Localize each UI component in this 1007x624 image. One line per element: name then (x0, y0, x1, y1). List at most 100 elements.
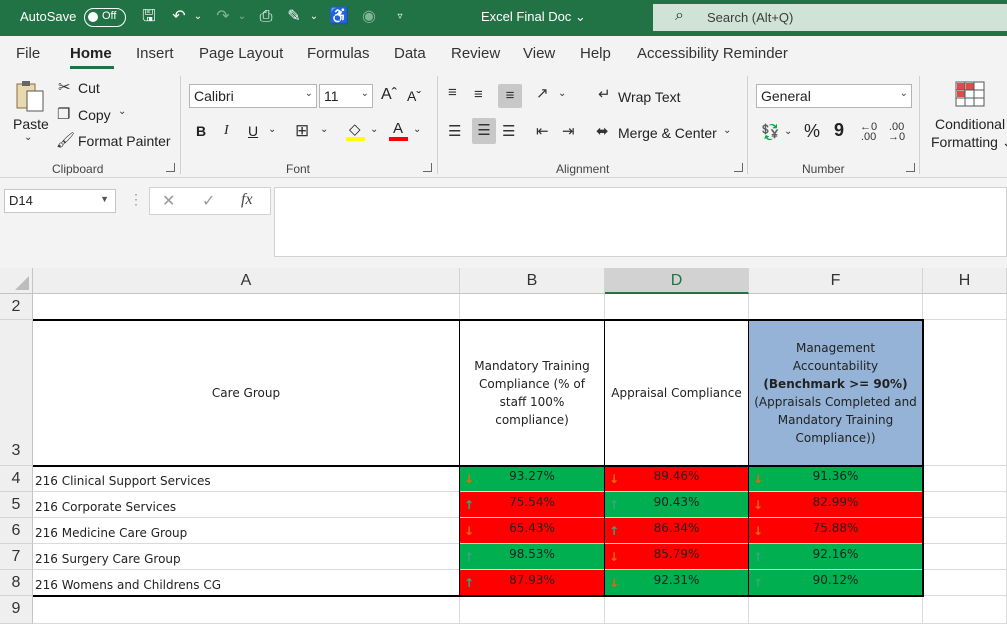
cancel-icon[interactable]: ✕ (162, 191, 175, 211)
orientation-dropdown-icon[interactable]: ⌄ (558, 88, 566, 99)
cell[interactable] (33, 596, 460, 624)
print-preview-icon[interactable]: ⎙ (255, 6, 277, 28)
paste-dropdown-icon[interactable]: ⌄ (24, 132, 32, 143)
customize-toolbar-icon[interactable]: ▿ (394, 6, 406, 28)
record-icon[interactable]: ◉ (358, 6, 380, 28)
form-dropdown-icon[interactable]: ⌄ (308, 6, 320, 28)
font-color-icon[interactable]: A (389, 120, 409, 142)
row-header[interactable]: 3 (0, 320, 33, 466)
bold-button[interactable]: B (196, 123, 206, 139)
alignment-launcher-icon[interactable] (734, 163, 743, 172)
column-header-d[interactable]: D (605, 268, 749, 294)
value-cell[interactable]: ↓ 92.31% (605, 570, 749, 596)
font-name-select[interactable]: Calibri ⌄ (189, 84, 317, 108)
confirm-icon[interactable]: ✓ (202, 191, 215, 211)
cell[interactable] (923, 492, 1007, 518)
column-header-f[interactable]: F (749, 268, 923, 294)
value-cell[interactable]: ↓ 91.36% (749, 466, 923, 492)
paste-icon[interactable] (12, 78, 48, 114)
align-top-icon[interactable]: ≡ (448, 84, 457, 101)
conditional-formatting-button[interactable]: Conditional (935, 116, 1005, 132)
tab-accessibility-reminder[interactable]: Accessibility Reminder (637, 45, 788, 62)
value-cell[interactable]: ↓ 93.27% (460, 466, 605, 492)
tab-formulas[interactable]: Formulas (307, 45, 370, 62)
redo-icon[interactable]: ↷ (212, 6, 234, 28)
align-middle-icon[interactable]: ≡ (474, 86, 483, 103)
font-color-dropdown-icon[interactable]: ⌄ (413, 124, 421, 135)
value-cell[interactable]: ↑ 75.54% (460, 492, 605, 518)
management-accountability-header[interactable]: Management Accountability (Benchmark >= … (749, 320, 923, 466)
name-box[interactable]: D14 ▼ (4, 189, 116, 213)
orientation-icon[interactable]: ↗ (536, 84, 549, 102)
format-painter-icon[interactable]: 🖌 (56, 131, 75, 149)
cell[interactable] (923, 518, 1007, 544)
value-cell[interactable]: ↓ 75.88% (749, 518, 923, 544)
column-header-h[interactable]: H (923, 268, 1007, 294)
number-format-select[interactable]: General ⌄ (756, 84, 912, 108)
format-painter-button[interactable]: Format Painter (78, 133, 171, 149)
fill-color-dropdown-icon[interactable]: ⌄ (370, 124, 378, 135)
cell[interactable] (749, 294, 923, 320)
number-launcher-icon[interactable] (906, 163, 915, 172)
cut-button[interactable]: Cut (78, 80, 100, 96)
tab-help[interactable]: Help (580, 45, 611, 62)
redo-dropdown-icon[interactable]: ⌄ (236, 6, 248, 28)
tab-data[interactable]: Data (394, 45, 426, 62)
decrease-font-icon[interactable]: Aˇ (407, 88, 421, 104)
decrease-decimal-icon[interactable]: .00 →0 (888, 122, 905, 143)
value-cell[interactable]: ↑ 86.34% (605, 518, 749, 544)
decrease-indent-icon[interactable]: ⇤ (536, 122, 549, 140)
value-cell[interactable]: ↑ 90.43% (605, 492, 749, 518)
tab-review[interactable]: Review (451, 45, 500, 62)
clipboard-launcher-icon[interactable] (166, 163, 175, 172)
tab-view[interactable]: View (523, 45, 555, 62)
cell[interactable] (33, 294, 460, 320)
select-all-button[interactable] (0, 268, 33, 294)
appraisal-header[interactable]: Appraisal Compliance (605, 320, 749, 466)
tab-home[interactable]: Home (70, 45, 112, 62)
form-icon[interactable]: ✎ (283, 6, 305, 28)
cell[interactable] (923, 570, 1007, 596)
cut-icon[interactable]: ✂ (58, 78, 71, 96)
cell[interactable] (749, 596, 923, 624)
tab-file[interactable]: File (16, 45, 40, 62)
comma-style-button[interactable]: 9 (834, 120, 844, 141)
insert-function-icon[interactable]: fx (241, 191, 253, 209)
tab-insert[interactable]: Insert (136, 45, 174, 62)
borders-icon[interactable]: ⊞ (295, 121, 309, 141)
font-size-select[interactable]: 11 ⌄ (319, 84, 373, 108)
column-header-b[interactable]: B (460, 268, 605, 294)
underline-button[interactable]: U (248, 123, 258, 139)
value-cell[interactable]: ↑ 98.53% (460, 544, 605, 570)
cell[interactable] (923, 544, 1007, 570)
value-cell[interactable]: ↓ 82.99% (749, 492, 923, 518)
value-cell[interactable]: ↓ 89.46% (605, 466, 749, 492)
autosave-toggle[interactable]: Off (84, 8, 126, 27)
paste-button[interactable]: Paste (13, 116, 49, 132)
cell[interactable] (923, 596, 1007, 624)
merge-center-button[interactable]: Merge & Center (618, 125, 717, 141)
row-header[interactable]: 8 (0, 570, 33, 596)
undo-icon[interactable]: ↶ (168, 6, 190, 28)
increase-font-icon[interactable]: Aˆ (381, 86, 397, 104)
copy-icon[interactable]: ❐ (57, 105, 70, 123)
row-header[interactable]: 5 (0, 492, 33, 518)
cell[interactable] (923, 320, 1007, 466)
search-box[interactable]: ⌕ Search (Alt+Q) (653, 4, 1007, 31)
cell[interactable] (605, 294, 749, 320)
care-group-name-cell[interactable]: 216 Corporate Services (33, 492, 460, 518)
value-cell[interactable]: ↑ 87.93% (460, 570, 605, 596)
tab-page-layout[interactable]: Page Layout (199, 45, 283, 62)
undo-dropdown-icon[interactable]: ⌄ (192, 6, 204, 28)
conditional-formatting-icon[interactable] (955, 81, 985, 107)
italic-button[interactable]: I (224, 123, 229, 139)
row-header[interactable]: 4 (0, 466, 33, 492)
document-title[interactable]: Excel Final Doc ⌄ (481, 9, 586, 25)
align-bottom-icon[interactable]: ≡ (498, 84, 522, 108)
row-header[interactable]: 2 (0, 294, 33, 320)
value-cell[interactable]: ↓ 85.79% (605, 544, 749, 570)
value-cell[interactable]: ↑ 92.16% (749, 544, 923, 570)
value-cell[interactable]: ↓ 65.43% (460, 518, 605, 544)
row-header[interactable]: 9 (0, 596, 33, 624)
cell[interactable] (923, 294, 1007, 320)
